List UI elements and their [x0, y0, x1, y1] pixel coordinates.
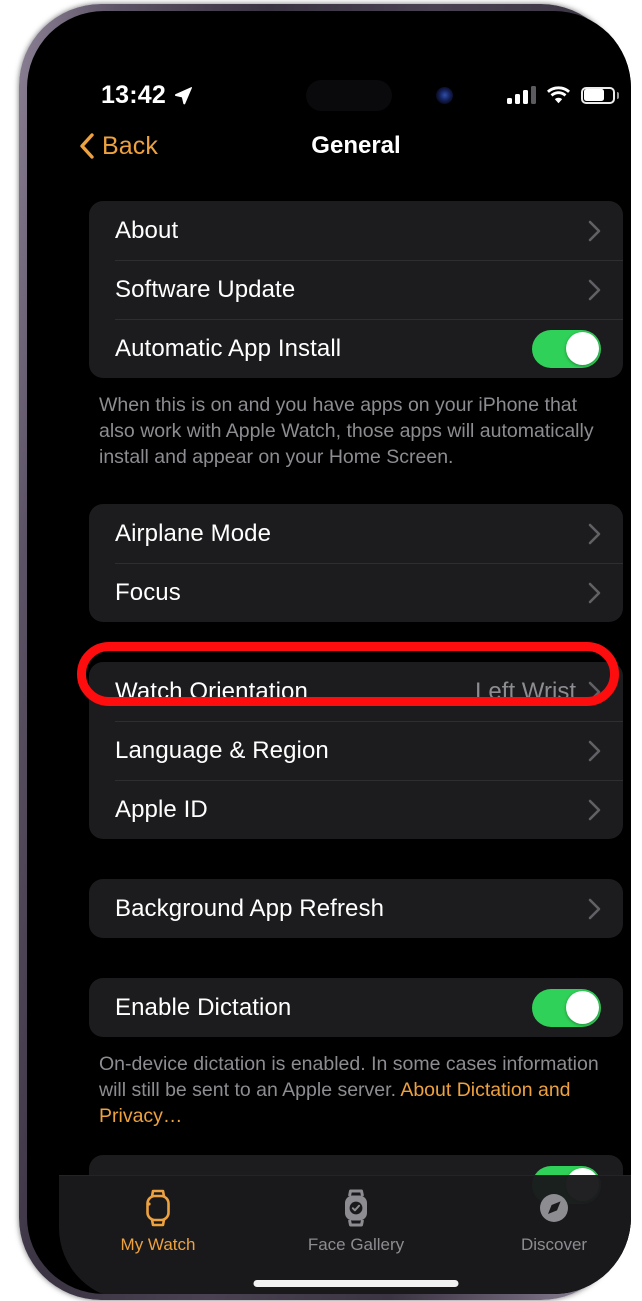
row-label: Watch Orientation: [115, 677, 308, 705]
tab-bar: My Watch Face Gallery Discover: [59, 1175, 631, 1294]
status-bar-right: [507, 86, 619, 104]
row-apple-id[interactable]: Apple ID: [89, 780, 623, 839]
row-about[interactable]: About: [89, 201, 623, 260]
row-label: About: [115, 216, 179, 244]
row-label: Apple ID: [115, 795, 208, 823]
chevron-right-icon: [588, 681, 601, 702]
watch-outline-icon: [141, 1188, 175, 1228]
row-label: Enable Dictation: [115, 993, 292, 1021]
row-airplane-mode[interactable]: Airplane Mode: [89, 504, 623, 563]
tab-label: Face Gallery: [307, 1235, 405, 1254]
chevron-right-icon: [588, 220, 601, 241]
row-label: Airplane Mode: [115, 519, 272, 547]
chevron-right-icon: [588, 279, 601, 300]
chevron-right-icon: [588, 740, 601, 761]
row-focus[interactable]: Focus: [89, 563, 623, 622]
status-bar: 13:42: [59, 73, 631, 117]
battery-icon: [581, 86, 619, 104]
row-background-app-refresh[interactable]: Background App Refresh: [89, 879, 623, 938]
row-watch-orientation[interactable]: Watch Orientation Left Wrist: [89, 662, 623, 721]
row-label: Software Update: [115, 275, 296, 303]
row-value-watch-orientation: Left Wrist: [475, 677, 576, 705]
page-title: General: [311, 132, 401, 159]
chevron-right-icon: [588, 582, 601, 603]
settings-group-1: About Software Update Automatic App Inst…: [89, 201, 623, 378]
wifi-icon: [547, 86, 570, 104]
settings-group-5: Enable Dictation: [89, 978, 623, 1037]
settings-scroll-view[interactable]: About Software Update Automatic App Inst…: [59, 175, 631, 1294]
status-bar-left: 13:42: [101, 81, 193, 110]
phone-screen: 13:42 Back General About Software Update…: [59, 27, 631, 1294]
row-language-region[interactable]: Language & Region: [89, 721, 623, 780]
footnote-automatic-app-install: When this is on and you have apps on you…: [99, 394, 594, 468]
status-bar-time: 13:42: [101, 80, 166, 109]
row-label: Language & Region: [115, 736, 329, 764]
enable-dictation-toggle[interactable]: [532, 988, 601, 1027]
tab-label: My Watch: [120, 1235, 196, 1254]
cellular-signal-icon: [507, 86, 536, 104]
row-enable-dictation[interactable]: Enable Dictation: [89, 978, 623, 1037]
navigation-bar: Back General: [59, 117, 631, 175]
device-bezel: 13:42 Back General About Software Update…: [27, 11, 631, 1294]
chevron-right-icon: [588, 799, 601, 820]
settings-group-2: Airplane Mode Focus: [89, 504, 623, 622]
row-label: Background App Refresh: [115, 894, 385, 922]
home-indicator[interactable]: [253, 1280, 459, 1287]
location-arrow-icon: [174, 87, 192, 105]
tab-face-gallery[interactable]: Face Gallery: [257, 1188, 455, 1255]
row-software-update[interactable]: Software Update: [89, 260, 623, 319]
tab-label: Discover: [520, 1235, 588, 1254]
settings-group-4: Background App Refresh: [89, 879, 623, 938]
screenshot-root: 13:42 Back General About Software Update…: [0, 0, 642, 1301]
tab-discover[interactable]: Discover: [455, 1188, 631, 1255]
automatic-app-install-toggle[interactable]: [532, 329, 601, 368]
compass-icon: [536, 1188, 572, 1228]
tab-my-watch[interactable]: My Watch: [59, 1188, 257, 1255]
row-label: Automatic App Install: [115, 334, 342, 362]
chevron-right-icon: [588, 898, 601, 919]
chevron-right-icon: [588, 523, 601, 544]
watch-face-icon: [339, 1188, 373, 1228]
row-automatic-app-install[interactable]: Automatic App Install: [89, 319, 623, 378]
settings-group-3: Watch Orientation Left Wrist Language & …: [89, 662, 623, 839]
footnote-dictation: On-device dictation is enabled. In some …: [89, 1051, 623, 1129]
row-label: Focus: [115, 578, 181, 606]
